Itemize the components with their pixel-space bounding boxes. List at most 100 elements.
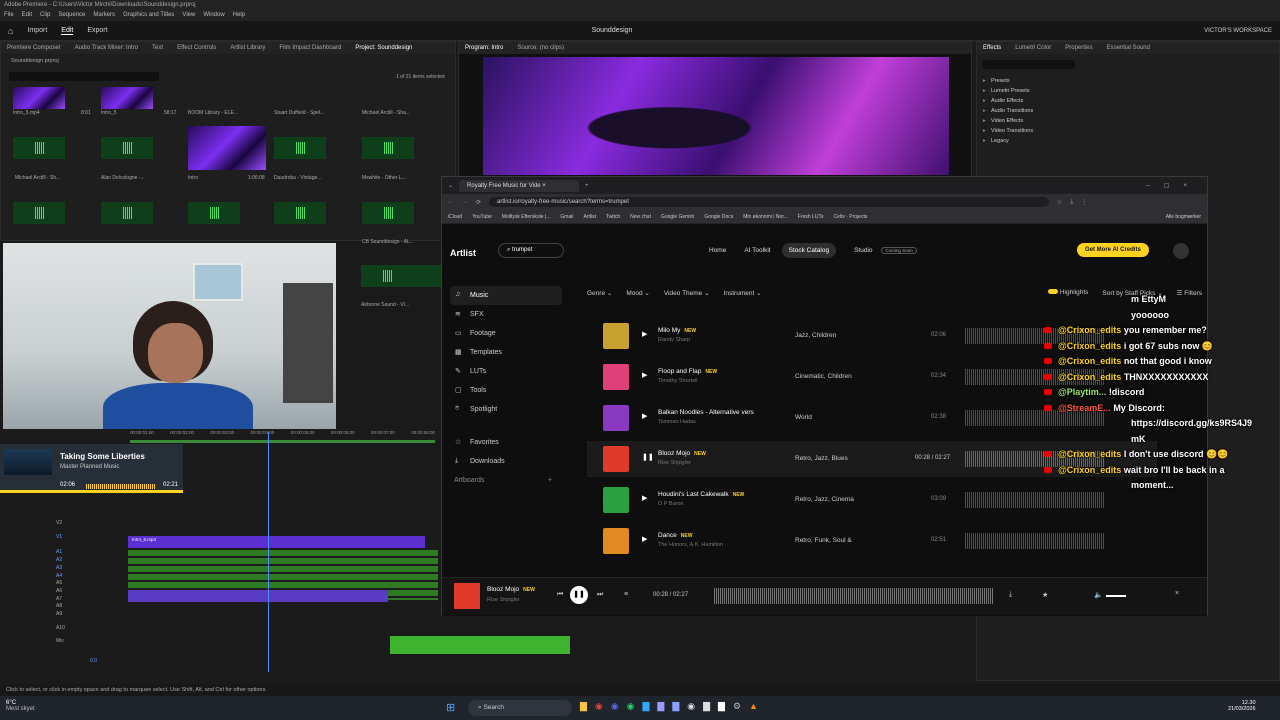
close-icon[interactable]: × bbox=[542, 183, 546, 189]
track-label[interactable]: V1 bbox=[56, 534, 65, 542]
bin-thumb-audio[interactable] bbox=[13, 137, 65, 159]
mode-edit[interactable]: Edit bbox=[61, 27, 74, 35]
bookmark[interactable]: YouTube bbox=[472, 214, 492, 220]
track-label[interactable]: V2 bbox=[56, 520, 65, 528]
volume-slider[interactable] bbox=[1106, 595, 1126, 597]
track-label[interactable]: A4 bbox=[56, 573, 65, 581]
video-clip-intro5[interactable]: Intro_5.mp4 bbox=[128, 536, 425, 548]
track-label[interactable]: A5 bbox=[56, 580, 65, 588]
play-icon[interactable]: ▶ bbox=[642, 535, 647, 543]
premiere-icon[interactable]: ▇ bbox=[657, 701, 664, 712]
track-genre[interactable]: Retro, Funk, Soul & bbox=[795, 537, 852, 544]
tab-artlist-library[interactable]: Artlist Library bbox=[230, 45, 265, 51]
menu-edit[interactable]: Edit bbox=[22, 12, 32, 20]
track-label[interactable]: A2 bbox=[56, 557, 65, 565]
sidebar-item-sfx[interactable]: ≋ SFX bbox=[450, 305, 562, 324]
browser-tab[interactable]: Royalty Free Music for Vide × bbox=[459, 179, 580, 192]
window-controls[interactable]: –▢× bbox=[1146, 182, 1201, 189]
photoshop-icon[interactable]: ▇ bbox=[643, 701, 650, 712]
track-label[interactable]: A6 bbox=[56, 588, 65, 596]
player-waveform[interactable] bbox=[714, 588, 994, 604]
volume-icon[interactable]: 🔈 bbox=[1094, 591, 1103, 599]
track-artist[interactable]: Tsinman Hadas bbox=[658, 419, 696, 425]
address-bar[interactable]: artlist.io/royalty-free-music/search?ter… bbox=[489, 197, 1050, 207]
menu-dots-icon[interactable]: ⋮ bbox=[1081, 199, 1087, 206]
menu-help[interactable]: Help bbox=[233, 12, 245, 20]
fx-video-transitions[interactable]: Video Transitions bbox=[981, 126, 1033, 136]
bookmark[interactable]: New chat bbox=[630, 214, 651, 220]
bookmark[interactable]: Min økonomi | Nor... bbox=[743, 214, 788, 220]
work-area-bar[interactable] bbox=[130, 440, 435, 443]
previous-icon[interactable]: ⏮ bbox=[557, 591, 563, 599]
audio-clip-purple[interactable] bbox=[128, 590, 388, 602]
chrome-icon[interactable]: ◉ bbox=[595, 701, 603, 712]
sidebar-item-footage[interactable]: ▭ Footage bbox=[450, 324, 562, 343]
tab-source[interactable]: Source: (no clips) bbox=[517, 45, 564, 51]
mode-import[interactable]: Import bbox=[27, 27, 47, 34]
effects-search-input[interactable] bbox=[983, 60, 1075, 69]
bin-thumb-audio[interactable] bbox=[13, 202, 65, 224]
bin-thumb-audio[interactable] bbox=[274, 137, 326, 159]
taskbar-search[interactable]: ⌕ Search bbox=[468, 700, 572, 716]
tab-project[interactable]: Project: Sounddesign bbox=[355, 45, 412, 51]
reload-icon[interactable]: ⟳ bbox=[476, 199, 481, 206]
fx-presets[interactable]: Presets bbox=[981, 76, 1033, 86]
tab-audio-mixer[interactable]: Audio Track Mixer: Intro bbox=[75, 45, 138, 51]
queue-icon[interactable]: ≡ bbox=[624, 591, 628, 598]
search-input[interactable]: ⌕ trumpet bbox=[498, 243, 564, 258]
menu-graphics[interactable]: Graphics and Titles bbox=[123, 12, 174, 20]
track-genre[interactable]: Retro, Jazz, Blues bbox=[795, 455, 848, 462]
bin-thumb-audio[interactable] bbox=[274, 202, 326, 224]
file-explorer-icon[interactable]: ▇ bbox=[580, 701, 587, 712]
tab-text[interactable]: Text bbox=[152, 45, 163, 51]
track-genre[interactable]: Jazz, Children bbox=[795, 332, 836, 339]
fx-video-effects[interactable]: Video Effects bbox=[981, 116, 1033, 126]
menu-window[interactable]: Window bbox=[203, 12, 224, 20]
bin-thumb-audio[interactable] bbox=[361, 265, 441, 287]
menu-clip[interactable]: Clip bbox=[40, 12, 50, 20]
play-icon[interactable]: ▶ bbox=[642, 494, 647, 502]
notion-icon[interactable]: ▇ bbox=[718, 701, 725, 712]
obs-icon[interactable]: ◉ bbox=[687, 701, 695, 712]
filter-mood[interactable]: Mood ⌄ bbox=[626, 289, 650, 297]
filter-genre[interactable]: Genre ⌄ bbox=[587, 289, 612, 297]
bookmark[interactable]: Gmail bbox=[560, 214, 573, 220]
track-artist[interactable]: Timothy Shortell bbox=[658, 378, 698, 384]
forward-icon[interactable]: → bbox=[462, 199, 468, 205]
track-genre[interactable]: World bbox=[795, 414, 812, 421]
filter-video-theme[interactable]: Video Theme ⌄ bbox=[664, 289, 710, 297]
tab-program[interactable]: Program: Intro bbox=[465, 45, 503, 51]
plus-icon[interactable]: + bbox=[548, 477, 552, 484]
bin-thumb-intro5-mp4[interactable] bbox=[13, 87, 65, 109]
track-genre[interactable]: Retro, Jazz, Cinema bbox=[795, 496, 854, 503]
bin-thumb-audio[interactable] bbox=[101, 137, 153, 159]
track-genre[interactable]: Cinematic, Children bbox=[795, 373, 852, 380]
nav-studio[interactable]: Studio Coming Soon bbox=[840, 243, 924, 258]
sidebar-item-luts[interactable]: ✎ LUTs bbox=[450, 362, 562, 381]
close-icon[interactable]: × bbox=[1175, 590, 1179, 597]
fx-audio-effects[interactable]: Audio Effects bbox=[981, 96, 1033, 106]
audio-clip-a10[interactable] bbox=[390, 636, 570, 654]
play-icon[interactable]: ▶ bbox=[642, 371, 647, 379]
sidebar-item-favorites[interactable]: ☆ Favorites bbox=[450, 433, 562, 452]
track-label[interactable]: A3 bbox=[56, 565, 65, 573]
star-icon[interactable]: ☆ bbox=[1057, 199, 1062, 206]
play-icon[interactable]: ▶ bbox=[642, 330, 647, 338]
bin-thumb-audio[interactable] bbox=[362, 202, 414, 224]
track-label[interactable]: A1 bbox=[56, 549, 65, 557]
settings-icon[interactable]: ⚙ bbox=[733, 701, 741, 712]
back-icon[interactable]: ← bbox=[448, 199, 454, 205]
timeline-ruler[interactable]: 00:00:01:00 00:00:02:00 00:00:03:00 00:0… bbox=[130, 430, 435, 438]
bookmark[interactable]: Molltysk Efterskole |... bbox=[502, 214, 551, 220]
menu-markers[interactable]: Markers bbox=[93, 12, 115, 20]
app-icon[interactable]: ▇ bbox=[703, 701, 710, 712]
windows-start-icon[interactable]: ⊞ bbox=[446, 701, 455, 714]
fx-lumetri-presets[interactable]: Lumetri Presets bbox=[981, 86, 1033, 96]
bookmark[interactable]: iCloud bbox=[448, 214, 462, 220]
avatar[interactable] bbox=[1173, 243, 1189, 259]
bin-thumb-intro-sequence[interactable] bbox=[188, 126, 266, 170]
next-icon[interactable]: ⏭ bbox=[597, 591, 603, 599]
bookmark[interactable]: Fresh LUTs bbox=[798, 214, 824, 220]
track-artist[interactable]: O P Baron bbox=[658, 501, 684, 507]
tab-essential-sound[interactable]: Essential Sound bbox=[1107, 45, 1150, 51]
